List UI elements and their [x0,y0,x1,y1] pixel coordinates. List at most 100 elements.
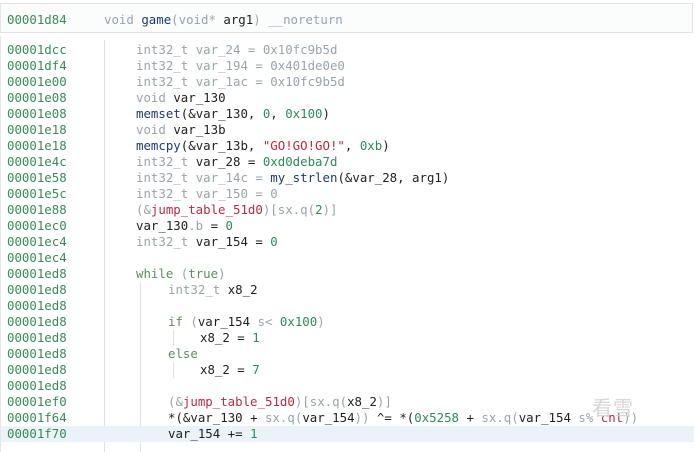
line-address[interactable]: 00001e5c [7,186,67,202]
code-token[interactable]: 7 [252,362,259,377]
code-token[interactable]: x8_2 [200,330,230,345]
code-line[interactable]: 00001e4c int32_t var_28 = 0xd0deba7d [1,154,694,170]
code-line[interactable]: 00001ed8 [1,378,694,394]
code-token[interactable]: , [270,106,285,121]
code-token[interactable]: )] [323,202,338,217]
code-token[interactable]: 0 [270,186,277,201]
code-token[interactable]: *( [399,410,414,425]
code-token[interactable]: void* [179,12,224,27]
code-token[interactable]: (& [181,106,196,121]
code-line[interactable]: 00001ed8 while (true) [1,266,694,282]
code-token[interactable]: )) [355,410,377,425]
code-line[interactable]: 00001e58 int32_t var_14c = my_strlen(&var… [1,170,694,186]
line-code[interactable]: int32_t var_194 = 0x401de0e0 [136,58,345,74]
code-token[interactable]: , [248,106,263,121]
line-code[interactable]: if (var_154 s< 0x100) [168,314,325,330]
code-token[interactable]: var_1ac [196,74,248,89]
code-token[interactable]: int32_t [136,186,196,201]
code-token[interactable]: arg1 [412,170,442,185]
decompiled-code-view[interactable]: 00001dcc int32_t var_24 = 0x10fc9b5d 00001… [0,36,695,452]
code-line[interactable]: 00001f70 var_154 += 1 [1,426,694,442]
code-line[interactable]: 00001e08 memset(&var_130, 0, 0x100) [1,106,694,122]
code-token[interactable]: ( [173,266,188,281]
code-token[interactable]: ) [317,314,324,329]
code-token[interactable]: my_strlen [270,170,337,185]
code-token[interactable]: jump_table_51d0 [183,394,295,409]
code-token[interactable]: , [248,138,263,153]
line-code[interactable]: x8_2 = 1 [200,330,260,346]
code-line[interactable]: 00001ed8 else [1,346,694,362]
line-address[interactable]: 00001ed8 [7,314,67,330]
code-token[interactable]: var_130 [196,106,248,121]
code-token[interactable]: = [230,330,252,345]
code-token[interactable]: = [203,218,225,233]
code-token[interactable]: ( [183,314,197,329]
line-code[interactable]: void var_130 [136,90,226,106]
code-token[interactable]: var_130 [173,90,225,105]
code-token[interactable]: ( [511,410,518,425]
code-token[interactable]: int32_t [136,170,196,185]
code-token[interactable]: + [243,410,265,425]
line-address[interactable]: 00001ed8 [7,346,67,362]
code-line[interactable]: 00001ef0 (&jump_table_51d0)[sx.q(x8_2)] [1,394,694,410]
code-token[interactable]: s< [250,314,280,329]
code-token[interactable]: memcpy [136,138,181,153]
code-token[interactable]: .b [188,218,203,233]
line-address[interactable]: 00001e88 [7,202,67,218]
code-token[interactable]: int32_t [136,42,196,57]
code-token[interactable]: )] [377,394,392,409]
line-code[interactable]: int32_t var_1ac = 0x10fc9b5d [136,74,345,90]
line-address[interactable]: 00001df4 [7,58,67,74]
line-address[interactable]: 00001ec4 [7,234,67,250]
code-token[interactable]: ( [340,394,347,409]
code-token[interactable]: 0x401de0e0 [270,58,345,73]
code-token[interactable]: 0 [270,234,277,249]
line-code[interactable]: var_154 += 1 [168,426,258,442]
code-token[interactable]: int32_t [136,154,196,169]
line-address[interactable]: 00001ed8 [7,330,67,346]
signature-address[interactable]: 00001d84 [7,12,67,27]
code-line[interactable]: 00001f64 *(&var_130 + sx.q(var_154)) ^= *… [1,410,694,426]
code-token[interactable]: ) [218,266,225,281]
code-token[interactable]: int32_t [168,282,228,297]
code-token[interactable]: var_13b [173,122,225,137]
line-address[interactable]: 00001e4c [7,154,67,170]
code-token[interactable]: if [168,314,183,329]
code-token[interactable]: else [168,346,198,361]
code-token[interactable]: (& [337,170,352,185]
code-token[interactable]: var_28 [196,154,241,169]
code-line[interactable]: 00001ec4 int32_t var_154 = 0 [1,234,694,250]
code-token[interactable]: ( [171,12,178,27]
code-token[interactable]: (& [181,138,196,153]
line-code[interactable]: memset(&var_130, 0, 0x100) [136,106,330,122]
code-token[interactable]: 2 [315,202,322,217]
line-address[interactable]: 00001e08 [7,90,67,106]
code-token[interactable]: __noreturn [268,12,343,27]
code-token[interactable]: 0x5258 [414,410,459,425]
code-token[interactable]: int32_t [136,58,196,73]
line-address[interactable]: 00001e00 [7,74,67,90]
code-line[interactable]: 00001ec0 var_130.b = 0 [1,218,694,234]
code-token[interactable]: 0 [226,218,233,233]
code-token[interactable]: += [220,426,250,441]
line-address[interactable]: 00001e58 [7,170,67,186]
code-token[interactable]: while [136,266,173,281]
code-token[interactable]: x8_2 [347,394,377,409]
code-token[interactable]: ( [308,202,315,217]
code-token[interactable]: x8_2 [200,362,230,377]
code-token[interactable]: "GO!GO!GO!" [263,138,345,153]
code-line[interactable]: 00001e00 int32_t var_1ac = 0x10fc9b5d [1,74,694,90]
code-token[interactable]: [ [302,394,309,409]
code-token[interactable]: int32_t [136,74,196,89]
code-token[interactable]: var_154 [198,314,250,329]
code-token[interactable]: arg1 [223,12,253,27]
code-token[interactable]: [ [270,202,277,217]
code-token[interactable]: ^= [377,410,399,425]
code-line[interactable]: 00001ed8 if (var_154 s< 0x100) [1,314,694,330]
code-token[interactable]: 1 [250,426,257,441]
code-token[interactable]: ) [442,170,449,185]
line-address[interactable]: 00001f64 [7,410,67,426]
code-token[interactable]: ) [253,12,268,27]
code-token[interactable]: = [248,234,270,249]
line-address[interactable]: 00001ed8 [7,282,67,298]
